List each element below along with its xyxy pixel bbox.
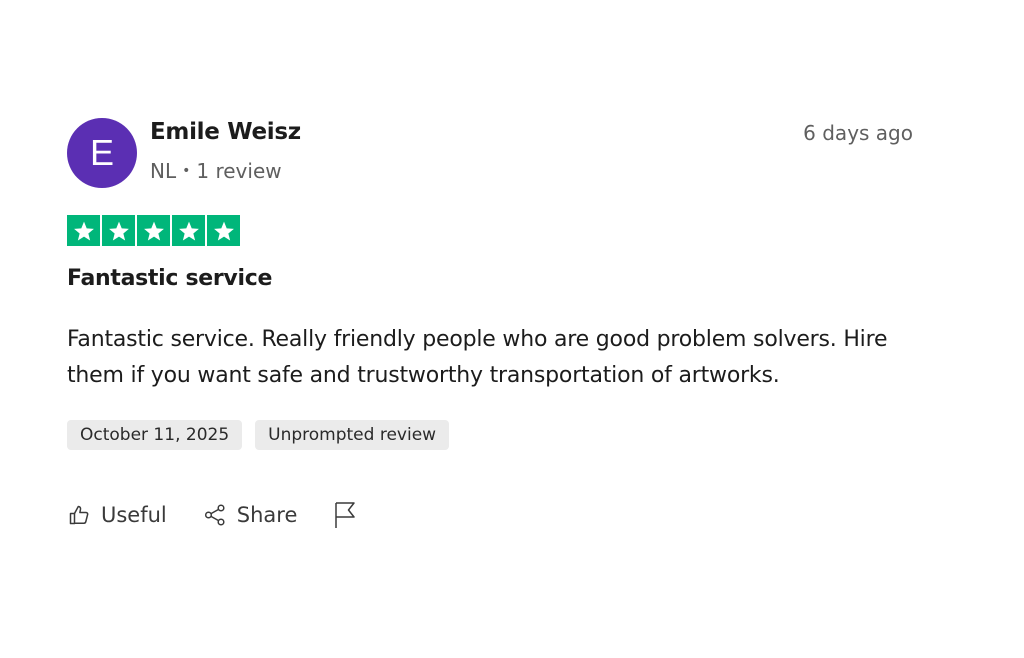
useful-label: Useful <box>101 503 167 527</box>
avatar-initial: E <box>89 132 114 173</box>
reviewer-name[interactable]: Emile Weisz <box>150 119 301 145</box>
star-icon <box>207 215 240 246</box>
meta-separator: • <box>182 163 191 179</box>
avatar[interactable]: E <box>67 118 137 188</box>
reviewer-country: NL <box>150 159 177 183</box>
review-body: Fantastic service. Really friendly peopl… <box>67 327 888 388</box>
reviewer-meta: NL • 1 review <box>150 159 282 183</box>
share-icon <box>203 503 227 527</box>
share-label: Share <box>236 503 298 527</box>
share-button[interactable]: Share <box>203 499 298 531</box>
star-rating <box>67 215 240 246</box>
date-of-experience-badge: October 11, 2025 <box>67 420 243 450</box>
star-icon <box>67 215 100 246</box>
reviewer-review-count: 1 review <box>196 159 282 183</box>
thumbs-up-icon <box>67 503 91 527</box>
review-title: Fantastic service <box>67 266 273 291</box>
flag-icon <box>333 501 357 529</box>
report-button[interactable] <box>333 499 357 531</box>
star-icon <box>137 215 170 246</box>
review-age: 6 days ago <box>803 121 913 145</box>
star-icon <box>102 215 135 246</box>
review-tags: October 11, 2025 Unprompted review <box>67 420 450 450</box>
useful-button[interactable]: Useful <box>67 499 167 531</box>
review-actions: Useful Share <box>67 499 357 531</box>
review-card: E Emile Weisz NL • 1 review 6 days ago F… <box>0 0 1024 658</box>
review-type-badge[interactable]: Unprompted review <box>255 420 450 450</box>
star-icon <box>172 215 205 246</box>
